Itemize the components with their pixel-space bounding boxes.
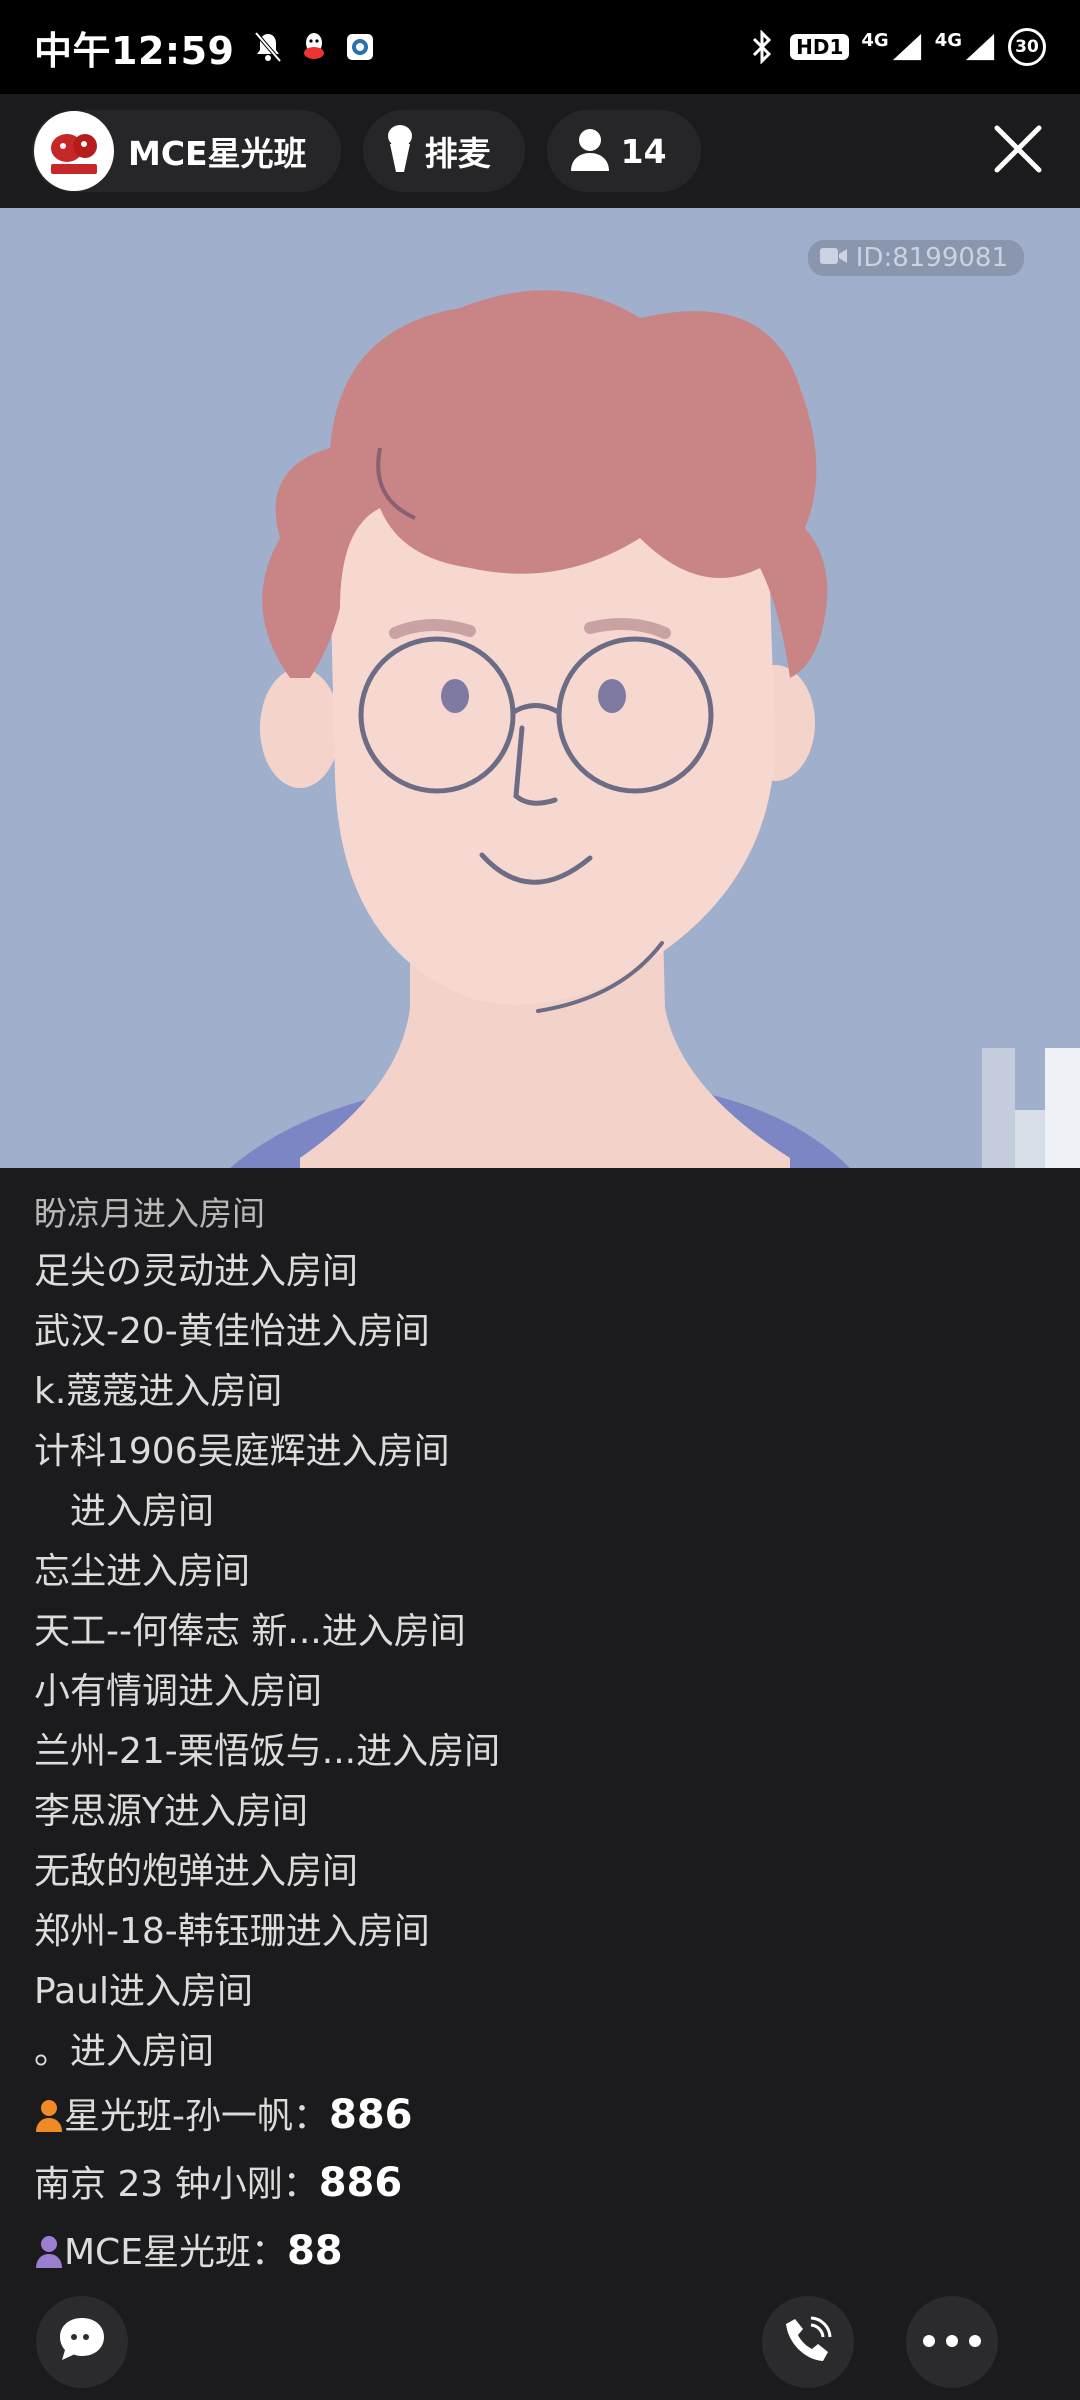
status-bar: 中午12:59 HD1 4G 4G 30 <box>0 0 1080 94</box>
chat-entry-notice: 。进入房间 <box>34 2031 215 2072</box>
chat-bubble-icon <box>54 2312 110 2372</box>
chat-entry-notice: Paul进入房间 <box>34 1971 253 2012</box>
room-id: ID:8199081 <box>855 243 1008 273</box>
chat-sender: 南京 23 钟小刚： <box>34 2164 319 2205</box>
network-label-2: 4G <box>934 29 962 51</box>
network-label-1: 4G <box>861 29 889 51</box>
close-icon <box>993 124 1043 178</box>
user-badge-orange-icon <box>34 2088 64 2132</box>
chat-sender: MCE星光班： <box>64 2232 287 2273</box>
chat-entry-notice: 盼凉月进入房间 <box>34 1194 265 1233</box>
chat-entry-notice: 无敌的炮弹进入房间 <box>34 1851 359 1892</box>
more-dots-icon <box>922 2333 982 2352</box>
hd-badge: HD1 <box>790 34 850 60</box>
chat-list[interactable]: 盼凉月进入房间 足尖の灵动进入房间 武汉-20-黄佳怡进入房间 k.蔻蔻进入房间… <box>34 1186 1044 2286</box>
more-options-button[interactable] <box>906 2296 998 2388</box>
signal-icon-2 <box>964 31 996 63</box>
chat-message: MCE星光班：88 <box>34 2218 1044 2286</box>
voice-call-button[interactable] <box>762 2296 854 2388</box>
mic-queue-button[interactable]: 排麦 <box>362 110 525 192</box>
chat-entry-notice: 足尖の灵动进入房间 <box>34 1251 359 1292</box>
qq-penguin-icon <box>298 31 330 63</box>
chat-text: 886 <box>329 2092 413 2138</box>
chat-entry-notice: k.蔻蔻进入房间 <box>34 1371 283 1412</box>
video-area[interactable]: ID:8199081 <box>0 208 1080 1168</box>
chat-message: 南京 23 钟小刚：886 <box>34 2150 1044 2218</box>
member-count: 14 <box>620 131 667 171</box>
chat-text: 88 <box>286 2228 343 2274</box>
bell-muted-icon <box>252 31 284 63</box>
member-count-button[interactable]: 14 <box>546 110 701 192</box>
camera-app-icon <box>344 31 376 63</box>
chat-message: 星光班-孙一帆：886 <box>34 2082 1044 2150</box>
room-id-badge: ID:8199081 <box>807 240 1024 276</box>
user-badge-purple-icon <box>34 2224 64 2268</box>
chat-entry-notice: 李思源Y进入房间 <box>34 1791 308 1832</box>
battery-indicator: 30 <box>1008 28 1046 66</box>
room-avatar <box>34 111 114 191</box>
chat-input-button[interactable] <box>36 2296 128 2388</box>
bluetooth-icon <box>746 30 778 64</box>
status-time: 中午12:59 <box>34 28 235 73</box>
user-icon <box>569 127 611 175</box>
phone-icon <box>781 2313 835 2371</box>
chat-entry-notice: 进入房间 <box>34 1491 215 1532</box>
chat-entry-notice: 忘尘进入房间 <box>34 1551 251 1592</box>
chat-entry-notice: 小有情调进入房间 <box>34 1671 323 1712</box>
chat-entry-notice: 兰州-21-栗悟饭与...进入房间 <box>34 1731 501 1772</box>
chat-entry-notice: 计科1906吴庭辉进入房间 <box>34 1431 450 1472</box>
chat-sender: 星光班-孙一帆： <box>64 2096 329 2137</box>
status-right-icons: HD1 4G 4G 30 <box>746 28 1046 66</box>
chat-text: 886 <box>318 2160 403 2206</box>
close-button[interactable] <box>988 121 1048 181</box>
microphone-icon <box>385 124 415 178</box>
chat-entry-notice: 郑州-18-韩钰珊进入房间 <box>34 1911 430 1952</box>
room-info-button[interactable]: MCE星光班 <box>32 110 341 192</box>
chat-entry-notice: 天工--何俸志 新...进入房间 <box>34 1611 466 1652</box>
chat-entry-notice: 武汉-20-黄佳怡进入房间 <box>34 1311 430 1352</box>
room-header: MCE星光班 排麦 14 <box>0 94 1080 208</box>
room-name: MCE星光班 <box>128 134 307 173</box>
status-left-icons <box>252 31 376 63</box>
mic-queue-label: 排麦 <box>424 134 491 173</box>
video-camera-icon <box>819 243 848 273</box>
signal-icon-1 <box>891 31 923 63</box>
default-avatar-illustration <box>0 208 1080 1168</box>
